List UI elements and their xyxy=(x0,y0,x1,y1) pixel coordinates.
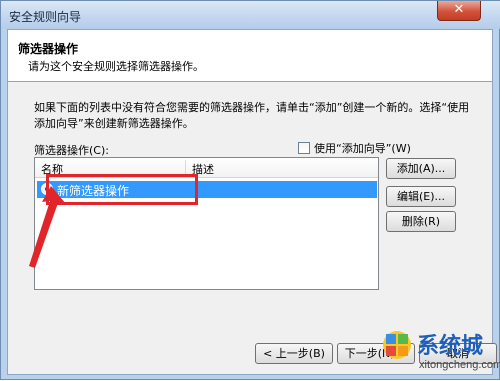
watermark-brand: 系统城 xyxy=(417,334,484,359)
close-icon: ✕ xyxy=(453,2,465,17)
watermark-logo-icon xyxy=(383,331,411,359)
checkbox-box[interactable] xyxy=(298,142,310,154)
use-wizard-label: 使用“添加向导”(W) xyxy=(314,142,411,155)
edit-button[interactable]: 编辑(E)... xyxy=(386,186,456,207)
instruction-text: 如果下面的列表中没有符合您需要的筛选器操作，请单击“添加”创建一个新的。选择“使… xyxy=(34,101,470,130)
page-subtitle: 请为这个安全规则选择筛选器操作。 xyxy=(28,60,204,73)
watermark: 系统城 xitongcheng.com xyxy=(381,326,500,381)
watermark-url: xitongcheng.com xyxy=(419,359,500,371)
add-button[interactable]: 添加(A)... xyxy=(386,158,456,179)
pointer-arrow-icon xyxy=(29,186,66,268)
back-button[interactable]: < 上一步(B) xyxy=(255,343,333,364)
title-bar[interactable]: 安全规则向导 ✕ xyxy=(1,1,500,29)
wizard-window: 安全规则向导 ✕ 筛选器操作 请为这个安全规则选择筛选器操作。 如果下面的列表中… xyxy=(0,0,500,380)
wizard-header: 筛选器操作 请为这个安全规则选择筛选器操作。 xyxy=(8,30,492,82)
delete-button[interactable]: 删除(R) xyxy=(386,211,456,232)
page-title: 筛选器操作 xyxy=(18,42,79,56)
close-button[interactable]: ✕ xyxy=(437,1,481,21)
filter-action-label: 筛选器操作(C): xyxy=(34,144,109,157)
use-wizard-checkbox[interactable]: 使用“添加向导”(W) xyxy=(298,140,411,156)
window-title: 安全规则向导 xyxy=(9,10,82,24)
